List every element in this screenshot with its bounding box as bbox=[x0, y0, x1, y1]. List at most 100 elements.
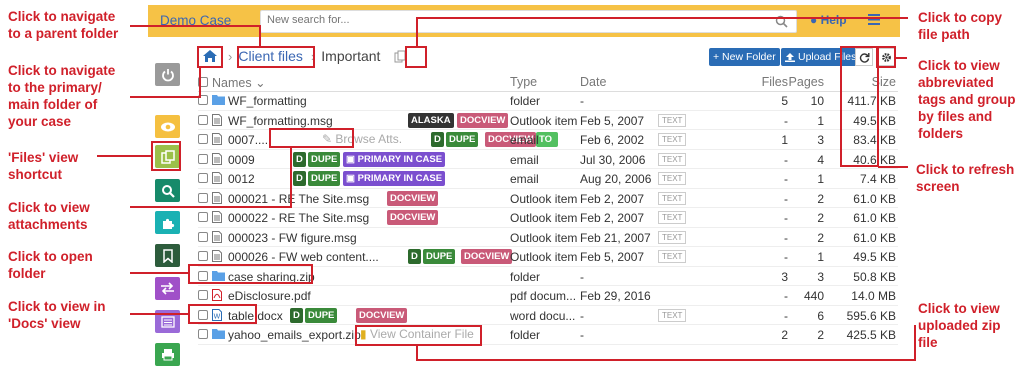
email-file-icon bbox=[212, 113, 222, 126]
column-header-name[interactable]: Names ⌄ bbox=[212, 75, 266, 90]
table-row[interactable]: 000023 - FW figure.msg Outlook item Feb … bbox=[198, 228, 898, 247]
column-header-date[interactable]: Date bbox=[580, 75, 606, 89]
text-badge[interactable]: TEXT bbox=[658, 250, 687, 263]
callout-box-browse-atts bbox=[269, 128, 354, 148]
row-size: 7.4 KB bbox=[859, 172, 896, 186]
tag-d[interactable]: D bbox=[431, 132, 444, 147]
column-header-type[interactable]: Type bbox=[510, 75, 537, 89]
search-view-button[interactable] bbox=[155, 179, 180, 202]
row-name[interactable]: 0012 bbox=[228, 172, 255, 186]
tag-docview[interactable]: DOCVIEW bbox=[461, 249, 513, 264]
row-pages: 4 bbox=[817, 152, 824, 167]
row-name[interactable]: yahoo_emails_export.zip bbox=[228, 328, 361, 342]
table-row[interactable]: W table.docx D DUPE DOCVIEW word docu...… bbox=[198, 306, 898, 325]
tag-primary-in-case[interactable]: ▣ PRIMARY IN CASE bbox=[343, 151, 446, 167]
row-checkbox[interactable] bbox=[198, 173, 208, 183]
row-type: email bbox=[510, 133, 539, 147]
tag-docview[interactable]: DOCVIEW bbox=[387, 190, 439, 206]
row-size: 61.0 KB bbox=[853, 191, 896, 206]
row-name[interactable]: WF_formatting bbox=[228, 94, 307, 108]
text-badge[interactable]: TEXT bbox=[658, 152, 687, 166]
row-files: - bbox=[784, 211, 788, 225]
text-badge[interactable]: TEXT bbox=[658, 230, 687, 244]
tag-primary-label: PRIMARY IN CASE bbox=[357, 173, 443, 184]
row-name[interactable]: 0009 bbox=[228, 153, 255, 167]
tag-dupe[interactable]: DUPE bbox=[423, 249, 456, 264]
puzzle-button[interactable] bbox=[155, 211, 180, 234]
tag-docview[interactable]: DOCVIEW bbox=[387, 210, 439, 225]
table-row[interactable]: 0009 D DUPE ▣ PRIMARY IN CASE email Jul … bbox=[198, 150, 898, 169]
search-input[interactable] bbox=[267, 14, 767, 26]
table-row[interactable]: yahoo_emails_export.zip ▮ View Container… bbox=[198, 325, 898, 345]
row-checkbox[interactable] bbox=[198, 153, 208, 164]
row-checkbox[interactable] bbox=[198, 134, 208, 144]
row-checkbox[interactable] bbox=[198, 212, 208, 222]
text-badge[interactable]: TEXT bbox=[658, 191, 687, 205]
row-checkbox[interactable] bbox=[198, 251, 208, 261]
connector-line bbox=[914, 325, 916, 361]
view-button[interactable] bbox=[155, 115, 180, 138]
row-name[interactable]: WF_formatting.msg bbox=[228, 114, 333, 128]
row-checkbox[interactable] bbox=[198, 231, 208, 242]
row-checkbox[interactable] bbox=[198, 114, 208, 125]
tag-dupe[interactable]: DUPE bbox=[308, 151, 341, 167]
tag-to[interactable]: TO bbox=[536, 132, 558, 147]
arrows-transfer-icon bbox=[161, 282, 174, 295]
tag-docview[interactable]: DOCVIEW bbox=[356, 307, 408, 323]
text-badge[interactable]: TEXT bbox=[658, 113, 687, 127]
tag-dupe[interactable]: DUPE bbox=[446, 132, 479, 147]
tag-docview[interactable]: DOCVIEW bbox=[457, 112, 509, 128]
row-name[interactable]: eDisclosure.pdf bbox=[228, 289, 311, 303]
bookmark-button[interactable] bbox=[155, 244, 180, 267]
row-date: - bbox=[580, 328, 584, 342]
row-checkbox[interactable] bbox=[198, 329, 208, 339]
hamburger-menu-icon[interactable] bbox=[868, 14, 880, 25]
text-badge[interactable]: TEXT bbox=[658, 172, 687, 185]
table-row[interactable]: WF_formatting folder - 5 10 411.7 KB bbox=[198, 91, 898, 111]
text-badge[interactable]: TEXT bbox=[658, 133, 687, 146]
row-files: - bbox=[784, 250, 788, 264]
row-name[interactable]: 000026 - FW web content.... bbox=[228, 250, 379, 264]
row-name[interactable]: 0007.... bbox=[228, 133, 268, 147]
sort-chevron-icon: ⌄ bbox=[255, 76, 266, 90]
column-header-pages[interactable]: Pages bbox=[778, 75, 824, 89]
row-name[interactable]: 000023 - FW figure.msg bbox=[228, 231, 357, 245]
tag-d[interactable]: D bbox=[293, 151, 306, 167]
row-name[interactable]: 000021 - RE The Site.msg bbox=[228, 192, 369, 206]
help-link[interactable]: ● Help bbox=[810, 13, 847, 27]
row-type: word docu... bbox=[510, 308, 576, 323]
new-folder-button[interactable]: + New Folder bbox=[709, 48, 780, 66]
tag-dupe[interactable]: DUPE bbox=[305, 307, 338, 323]
annotation-files-view: 'Files' view shortcut bbox=[8, 150, 79, 182]
table-row[interactable]: 000022 - RE The Site.msg DOCVIEW Outlook… bbox=[198, 208, 898, 228]
row-files: - bbox=[784, 113, 788, 128]
connector-line bbox=[416, 17, 418, 47]
tag-d[interactable]: D bbox=[290, 307, 303, 323]
transfer-button[interactable] bbox=[155, 277, 180, 300]
row-checkbox[interactable] bbox=[198, 290, 208, 300]
power-button[interactable] bbox=[155, 63, 180, 86]
table-row[interactable]: eDisclosure.pdf pdf docum... Feb 29, 201… bbox=[198, 286, 898, 306]
email-file-icon bbox=[212, 152, 222, 165]
text-badge[interactable]: TEXT bbox=[658, 211, 687, 224]
tag-primary-label: PRIMARY IN CASE bbox=[357, 153, 443, 165]
text-badge[interactable]: TEXT bbox=[658, 308, 687, 322]
row-name[interactable]: 000022 - RE The Site.msg bbox=[228, 211, 369, 225]
table-row[interactable]: 000021 - RE The Site.msg DOCVIEW Outlook… bbox=[198, 189, 898, 208]
tag-primary-in-case[interactable]: ▣ PRIMARY IN CASE bbox=[343, 171, 446, 186]
tag-d[interactable]: D bbox=[293, 171, 306, 186]
tag-d[interactable]: D bbox=[408, 249, 421, 264]
table-row[interactable]: 0012 D DUPE ▣ PRIMARY IN CASE email Aug … bbox=[198, 169, 898, 189]
tag-alaska[interactable]: ALASKA bbox=[408, 112, 454, 128]
search-box[interactable] bbox=[260, 10, 797, 33]
row-date: Feb 29, 2016 bbox=[580, 289, 651, 303]
callout-box-home bbox=[197, 46, 223, 68]
print-button[interactable] bbox=[155, 343, 180, 366]
tag-dupe[interactable]: DUPE bbox=[308, 171, 341, 186]
row-checkbox[interactable] bbox=[198, 192, 208, 203]
row-size: 50.8 KB bbox=[853, 269, 896, 284]
row-pages: 1 bbox=[817, 172, 824, 186]
help-icon: ● bbox=[810, 13, 818, 27]
connector-line bbox=[199, 66, 201, 98]
row-type: Outlook item bbox=[510, 230, 578, 245]
